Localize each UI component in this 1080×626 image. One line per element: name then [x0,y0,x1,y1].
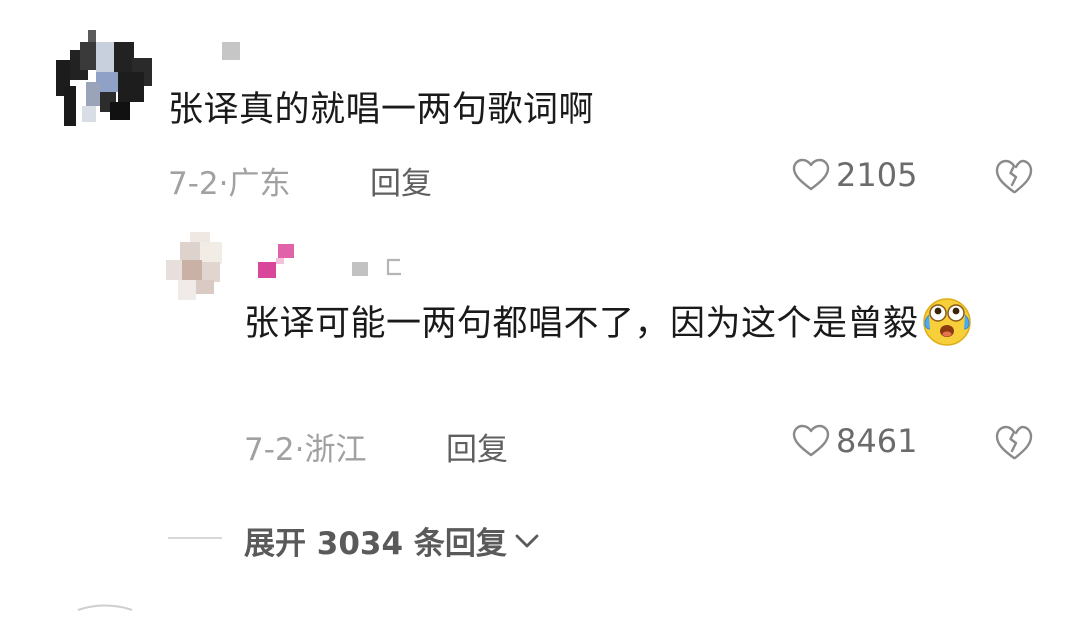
comment-text-content: 张译可能一两句都唱不了，因为这个是曾毅 [244,304,919,344]
next-commenter-avatar[interactable] [60,602,150,622]
broken-heart-icon [995,425,1033,460]
comment-location: 广东 [228,166,291,202]
commenter-name-blurred[interactable] [258,244,296,278]
meta-separator: · [218,166,229,202]
comment-text: 张译可能一两句都唱不了，因为这个是曾毅 [244,298,1024,348]
commenter-avatar[interactable] [56,30,152,130]
commenter-avatar[interactable] [166,232,228,300]
dislike-button[interactable] [994,158,1034,196]
commenter-badge-blurred [384,256,404,278]
reply-button[interactable]: 回复 [446,424,508,469]
commenter-badge-blurred [352,262,368,276]
comment-location: 浙江 [304,432,367,468]
comment-meta: 7-2·广东 [168,158,291,203]
commenter-name-blurred[interactable] [222,42,240,60]
heart-icon [792,158,830,191]
dislike-button[interactable] [994,424,1034,462]
like-count: 2105 [836,156,918,194]
like-button[interactable]: 2105 [792,156,917,194]
comment-date: 7-2 [168,166,219,202]
heart-icon [792,424,830,457]
comment-meta: 7-2·浙江 [244,424,367,469]
like-count: 8461 [836,422,918,460]
comment-date: 7-2 [244,432,295,468]
expand-divider [168,537,222,539]
meta-separator: · [294,432,305,468]
expand-replies-label: 展开 3034 条回复 [244,526,507,562]
crying-laughing-emoji [921,295,973,347]
like-button[interactable]: 8461 [792,422,917,460]
chevron-down-icon [515,534,539,547]
comment-text: 张译真的就唱一两句歌词啊 [168,90,595,130]
expand-replies-button[interactable]: 展开 3034 条回复 [244,518,541,563]
reply-button[interactable]: 回复 [370,158,432,203]
broken-heart-icon [995,159,1033,194]
